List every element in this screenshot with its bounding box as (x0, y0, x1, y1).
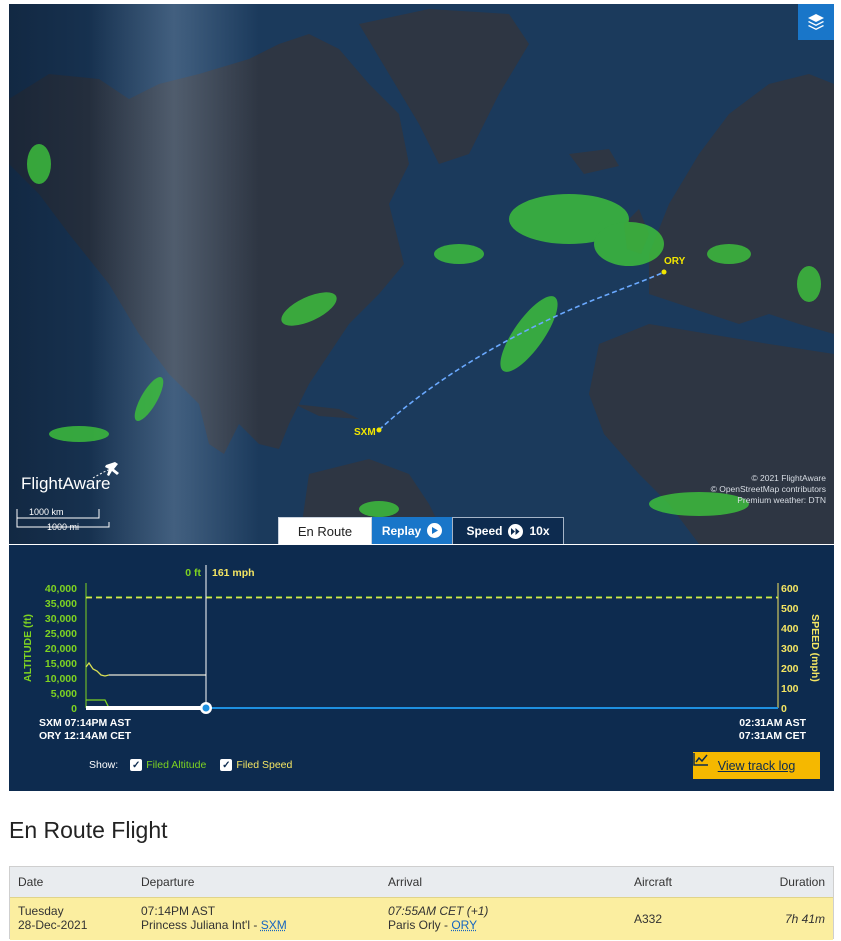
speed-value: 10x (529, 524, 550, 538)
start-time-destination: ORY 12:14AM CET (39, 730, 132, 742)
filed-speed-toggle[interactable]: ✓ Filed Speed (220, 759, 292, 771)
departure-code-link[interactable]: SXM (261, 918, 287, 932)
layers-icon (808, 14, 824, 30)
layers-button[interactable] (798, 4, 834, 40)
section-title: En Route Flight (9, 817, 168, 843)
altitude-axis-title: ALTITUDE (ft) (22, 614, 34, 682)
play-icon (427, 523, 443, 538)
credit-flightaware: © 2021 FlightAware (751, 473, 826, 483)
departure-airport: Princess Juliana Int'l (141, 918, 251, 932)
series-toggles: Show: ✓ Filed Altitude ✓ Filed Speed (89, 759, 292, 771)
header-duration: Duration (779, 875, 825, 889)
end-times: 02:31AM AST 07:31AM CET (739, 717, 806, 743)
replay-button[interactable]: Replay (372, 517, 452, 544)
speed-tick-label: 500 (781, 603, 799, 615)
altitude-tick-label: 20,000 (45, 643, 77, 655)
arrival-time: 07:55AM CET (+1) (388, 904, 489, 918)
scale-mi: 1000 mi (47, 522, 80, 532)
speed-tick-label: 400 (781, 623, 799, 635)
arrival-code-link[interactable]: ORY (451, 918, 477, 932)
cursor-altitude: 0 ft (185, 567, 201, 579)
filed-speed-label: Filed Speed (236, 759, 293, 771)
speed-trace (85, 661, 206, 677)
cursor-speed: 161 mph (212, 567, 255, 579)
flight-map[interactable]: SXM ORY FlightAware 1000 km 1000 mi © 20… (9, 4, 834, 544)
aircraft-cell: A332 (634, 912, 663, 926)
end-time-origin: 02:31AM AST (739, 717, 806, 729)
departure-cell: 07:14PM AST Princess Juliana Int'l - SXM (141, 904, 287, 932)
start-time-origin: SXM 07:14PM AST (39, 717, 131, 729)
table-row: Tuesday 28-Dec-2021 07:14PM AST Princess… (10, 897, 833, 940)
date-value: 28-Dec-2021 (18, 918, 88, 932)
speed-tick-label: 300 (781, 643, 799, 655)
show-label: Show: (89, 759, 119, 771)
speed-tick-label: 100 (781, 683, 799, 695)
altitude-tick-label: 5,000 (51, 688, 77, 700)
fast-forward-icon (508, 523, 524, 539)
map-credits: © 2021 FlightAware © OpenStreetMap contr… (711, 473, 826, 506)
altitude-tick-label: 15,000 (45, 658, 77, 670)
speed-axis-title: SPEED (mph) (809, 614, 821, 682)
flight-table: Date Departure Arrival Aircraft Duration… (9, 866, 834, 940)
tab-en-route[interactable]: En Route (278, 517, 372, 544)
speed-label: Speed (466, 524, 503, 538)
header-departure: Departure (141, 875, 195, 889)
speed-tick-label: 0 (781, 703, 787, 715)
filed-altitude-toggle[interactable]: ✓ Filed Altitude (130, 759, 206, 771)
track-log-label: View track log (717, 758, 796, 773)
altitude-speed-panel: 0 ft 161 mph ALTITUDE (ft) SPEED (mph) 4… (9, 545, 834, 791)
header-date: Date (18, 875, 44, 889)
replay-label: Replay (381, 523, 422, 538)
map-tabs: En Route Replay Speed 10x (278, 517, 564, 544)
speed-tick-label: 200 (781, 663, 799, 675)
date-cell: Tuesday 28-Dec-2021 (18, 904, 87, 932)
speed-tick-label: 600 (781, 583, 799, 595)
altitude-tick-label: 0 (71, 703, 77, 715)
altitude-tick-label: 10,000 (45, 673, 77, 685)
arrival-airport: Paris Orly (388, 918, 441, 932)
view-track-log-button[interactable]: View track log (693, 752, 820, 779)
altitude-tick-label: 30,000 (45, 613, 77, 625)
speed-tick-labels: 600 500 400 300 200 100 0 (781, 583, 799, 715)
header-aircraft: Aircraft (634, 875, 673, 889)
table-header: Date Departure Arrival Aircraft Duration (10, 867, 833, 897)
origin-marker (376, 427, 382, 433)
altitude-tick-label: 35,000 (45, 598, 77, 610)
arrival-cell: 07:55AM CET (+1) Paris Orly - ORY (388, 904, 489, 932)
line-chart-icon (693, 753, 708, 766)
map-canvas[interactable] (9, 4, 834, 544)
credit-osm: © OpenStreetMap contributors (710, 484, 826, 494)
end-time-destination: 07:31AM CET (738, 730, 806, 742)
date-day: Tuesday (18, 904, 64, 918)
credit-weather: Premium weather: DTN (737, 495, 826, 505)
checkbox-checked-icon[interactable]: ✓ (130, 759, 143, 771)
header-arrival: Arrival (388, 875, 423, 889)
destination-label[interactable]: ORY (664, 256, 685, 267)
destination-marker (661, 269, 667, 275)
filed-altitude-label: Filed Altitude (146, 759, 207, 771)
altitude-tick-labels: 40,000 35,000 30,000 25,000 20,000 15,000 10,0… (45, 583, 77, 715)
altitude-tick-label: 40,000 (45, 583, 77, 595)
speed-button[interactable]: Speed 10x (452, 517, 564, 544)
duration-cell: 7h 41m (784, 912, 825, 926)
flightaware-logo: FlightAware (21, 474, 111, 493)
checkbox-checked-icon[interactable]: ✓ (220, 759, 233, 771)
departure-time: 07:14PM AST (141, 904, 216, 918)
origin-label[interactable]: SXM (354, 427, 376, 438)
start-times: SXM 07:14PM AST ORY 12:14AM CET (39, 717, 131, 743)
scale-km: 1000 km (29, 507, 64, 517)
altitude-tick-label: 25,000 (45, 628, 77, 640)
